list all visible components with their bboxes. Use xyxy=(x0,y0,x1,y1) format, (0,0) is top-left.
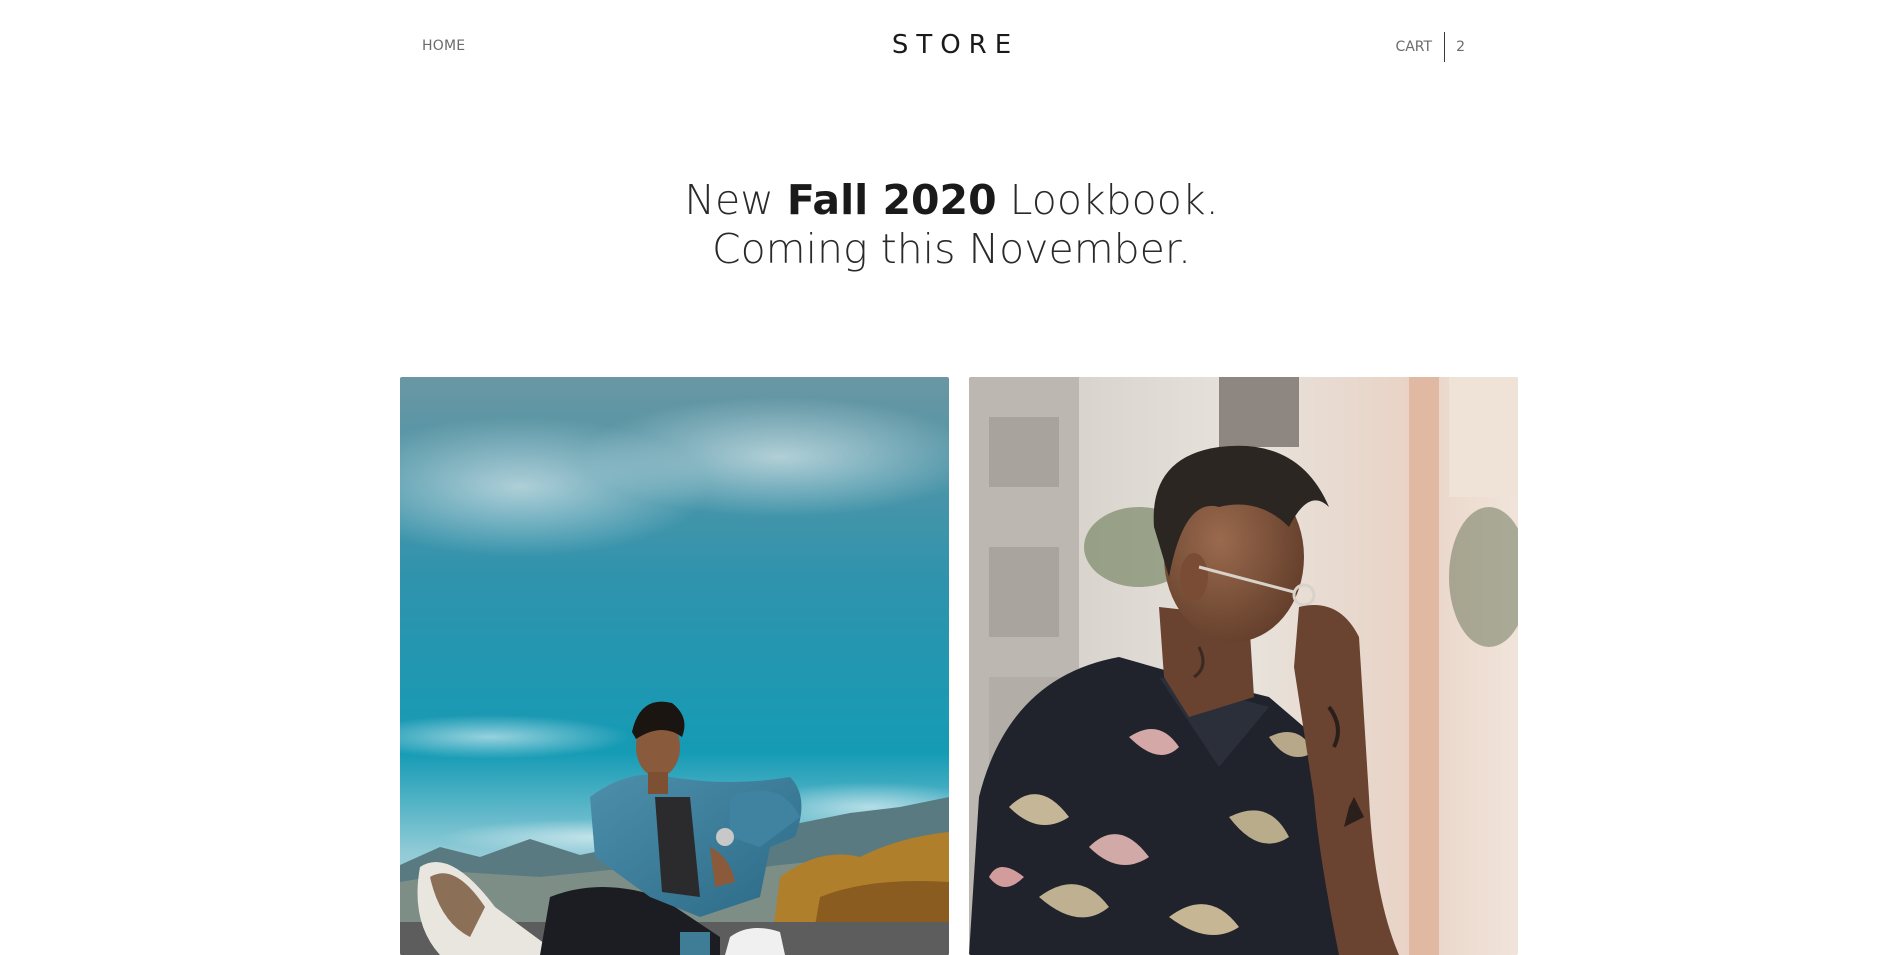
lookbook-grid xyxy=(400,377,1518,955)
hero-text-season: Fall 2020 xyxy=(786,176,997,224)
brand-logo[interactable]: STORE xyxy=(400,30,1503,60)
hero-line-1: New Fall 2020 Lookbook. xyxy=(684,176,1218,224)
hero-text-new: New xyxy=(684,176,787,224)
cart-count-badge: 2 xyxy=(1456,39,1465,55)
cart-button[interactable]: CART 2 xyxy=(1395,32,1465,62)
page: HOME STORE CART 2 New Fall 2020 Lookbook… xyxy=(0,0,1903,955)
lookbook-photo-floral-shirt[interactable] xyxy=(969,377,1518,955)
photo-denim-sky-image xyxy=(400,377,949,955)
hero-text-lookbook: Lookbook. xyxy=(996,176,1219,224)
cart-label: CART xyxy=(1395,39,1433,55)
site-header: HOME STORE CART 2 xyxy=(400,0,1503,96)
photo-floral-shirt-image xyxy=(969,377,1518,955)
hero-line-2: Coming this November. xyxy=(711,225,1192,273)
lookbook-photo-denim-sky[interactable] xyxy=(400,377,949,955)
hero-heading: New Fall 2020 Lookbook. Coming this Nove… xyxy=(0,176,1903,274)
